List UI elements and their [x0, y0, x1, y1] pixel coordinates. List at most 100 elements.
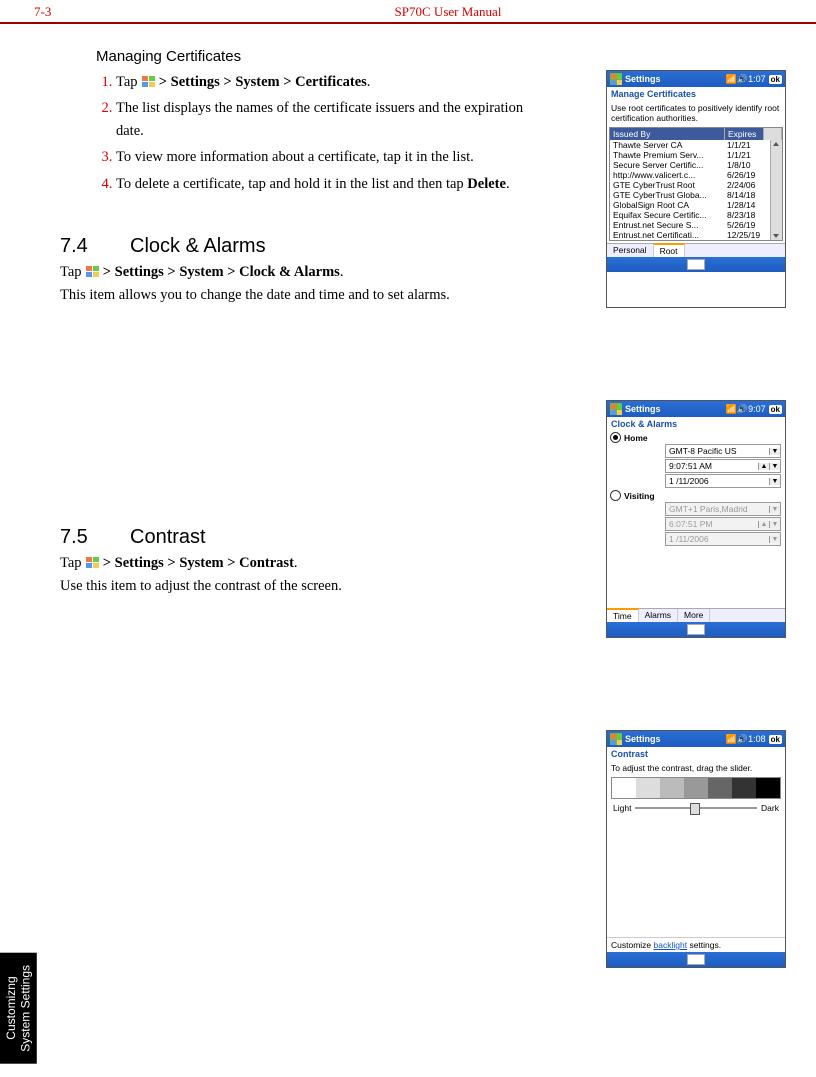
slider-track[interactable]	[635, 807, 757, 809]
chevron-down-icon[interactable]: ▼	[769, 448, 780, 455]
visiting-fields: GMT+1 Paris,Madrid▼ 6:07:51 PM▲▼ 1 /11/2…	[665, 502, 781, 546]
contrast-slider[interactable]: Light Dark	[607, 801, 785, 815]
table-row[interactable]: Entrust.net Certificati...12/25/19	[610, 230, 770, 240]
table-row[interactable]: GlobalSign Root CA1/28/14	[610, 200, 770, 210]
chevron-down-icon[interactable]: ▼	[769, 536, 780, 543]
light-label: Light	[613, 803, 631, 813]
cell-expires: 1/1/21	[724, 140, 770, 150]
contrast-footer-text: Customize backlight settings.	[607, 937, 785, 952]
tab-alarms[interactable]: Alarms	[639, 609, 678, 622]
tab-strip: Time Alarms More	[607, 608, 785, 622]
keyboard-icon[interactable]	[687, 624, 705, 635]
contrast-desc: Use this item to adjust the contrast of …	[60, 576, 540, 597]
slider-thumb[interactable]	[690, 803, 700, 815]
ok-button[interactable]: ok	[769, 405, 782, 414]
start-icon[interactable]	[610, 733, 622, 745]
signal-icon: 📶	[726, 74, 737, 85]
table-row[interactable]: Entrust.net Secure S...5/26/19	[610, 220, 770, 230]
home-time-field[interactable]: 9:07:51 AM▲▼	[665, 459, 781, 473]
cell-expires: 1/28/14	[724, 200, 770, 210]
cell-issuer: GTE CyberTrust Root	[610, 180, 724, 190]
scroll-header	[764, 128, 782, 140]
home-timezone[interactable]: GMT-8 Pacific US▼	[665, 444, 781, 458]
window-title: Settings	[625, 74, 726, 84]
spinner-up-icon[interactable]: ▲	[758, 521, 769, 528]
keyboard-icon[interactable]	[687, 259, 705, 270]
col-expires[interactable]: Expires	[725, 128, 764, 140]
keyboard-icon[interactable]	[687, 954, 705, 965]
certificate-steps: Tap > Settings > System > Certificates. …	[96, 71, 540, 195]
contrast-path: Tap > Settings > System > Contrast.	[60, 553, 540, 574]
clock-time: 9:07	[748, 404, 766, 414]
table-row[interactable]: Thawte Premium Serv...1/1/21	[610, 150, 770, 160]
visiting-row[interactable]: Visiting	[607, 489, 785, 502]
side-tab: Customizng System Settings	[0, 953, 37, 1064]
window-title: Settings	[625, 734, 726, 744]
screen-subtitle: Clock & Alarms	[607, 417, 785, 431]
clock-time: 1:07	[748, 74, 766, 84]
manual-title: SP70C User Manual	[114, 4, 782, 20]
col-issued-by[interactable]: Issued By	[610, 128, 725, 140]
tab-time[interactable]: Time	[607, 608, 639, 622]
soft-key-bar	[607, 622, 785, 637]
spinner-down-icon[interactable]: ▼	[769, 521, 780, 528]
table-row[interactable]: GTE CyberTrust Root2/24/06	[610, 180, 770, 190]
step-3: To view more information about a certifi…	[116, 146, 540, 168]
table-row[interactable]: GTE CyberTrust Globa...8/14/18	[610, 190, 770, 200]
cell-issuer: GTE CyberTrust Globa...	[610, 190, 724, 200]
title-bar: Settings 📶 🔊 1:07 ok	[607, 71, 785, 87]
volume-icon: 🔊	[737, 74, 748, 85]
page-ref: 7-3	[34, 4, 114, 20]
chevron-down-icon[interactable]: ▼	[769, 506, 780, 513]
soft-key-bar	[607, 257, 785, 272]
backlight-link[interactable]: backlight	[654, 940, 688, 950]
home-row[interactable]: Home	[607, 431, 785, 444]
cell-expires: 8/23/18	[724, 210, 770, 220]
ok-button[interactable]: ok	[769, 735, 782, 744]
signal-icon: 📶	[726, 734, 737, 745]
cell-issuer: Equifax Secure Certific...	[610, 210, 724, 220]
spinner-up-icon[interactable]: ▲	[758, 463, 769, 470]
cell-issuer: GlobalSign Root CA	[610, 200, 724, 210]
signal-icon: 📶	[726, 404, 737, 415]
step-4: To delete a certificate, tap and hold it…	[116, 173, 540, 195]
volume-icon: 🔊	[737, 404, 748, 415]
cell-issuer: http://www.valicert.c...	[610, 170, 724, 180]
home-fields: GMT-8 Pacific US▼ 9:07:51 AM▲▼ 1 /11/200…	[665, 444, 781, 488]
ok-button[interactable]: ok	[769, 75, 782, 84]
certificate-table: Issued By Expires Thawte Server CA1/1/21…	[609, 127, 783, 241]
cell-issuer: Entrust.net Secure S...	[610, 220, 724, 230]
table-row[interactable]: http://www.valicert.c...6/26/19	[610, 170, 770, 180]
visiting-date-field[interactable]: 1 /11/2006▼	[665, 532, 781, 546]
cell-issuer: Thawte Premium Serv...	[610, 150, 724, 160]
clock-path: Tap > Settings > System > Clock & Alarms…	[60, 262, 540, 283]
contrast-gradient	[611, 777, 781, 799]
tab-personal[interactable]: Personal	[607, 244, 654, 257]
step-1: Tap > Settings > System > Certificates.	[116, 71, 540, 93]
section-7-4-heading: 7.4Clock & Alarms	[60, 235, 540, 258]
visiting-timezone[interactable]: GMT+1 Paris,Madrid▼	[665, 502, 781, 516]
cell-issuer: Thawte Server CA	[610, 140, 724, 150]
tab-more[interactable]: More	[678, 609, 710, 622]
cert-blurb: Use root certificates to positively iden…	[607, 101, 785, 125]
table-header: Issued By Expires	[610, 128, 782, 140]
cell-expires: 6/26/19	[724, 170, 770, 180]
start-icon[interactable]	[610, 403, 622, 415]
tab-root[interactable]: Root	[654, 243, 685, 257]
cell-expires: 8/14/18	[724, 190, 770, 200]
screen-subtitle: Contrast	[607, 747, 785, 761]
radio-home[interactable]	[610, 432, 621, 443]
radio-visiting[interactable]	[610, 490, 621, 501]
table-row[interactable]: Secure Server Certific...1/8/10	[610, 160, 770, 170]
home-date-field[interactable]: 1 /11/2006▼	[665, 474, 781, 488]
table-row[interactable]: Equifax Secure Certific...8/23/18	[610, 210, 770, 220]
chevron-down-icon[interactable]: ▼	[769, 478, 780, 485]
volume-icon: 🔊	[737, 734, 748, 745]
page-header: 7-3 SP70C User Manual	[0, 0, 816, 24]
cell-expires: 1/8/10	[724, 160, 770, 170]
start-icon[interactable]	[610, 73, 622, 85]
visiting-time-field[interactable]: 6:07:51 PM▲▼	[665, 517, 781, 531]
spinner-down-icon[interactable]: ▼	[769, 463, 780, 470]
scrollbar[interactable]	[770, 140, 782, 240]
table-row[interactable]: Thawte Server CA1/1/21	[610, 140, 770, 150]
